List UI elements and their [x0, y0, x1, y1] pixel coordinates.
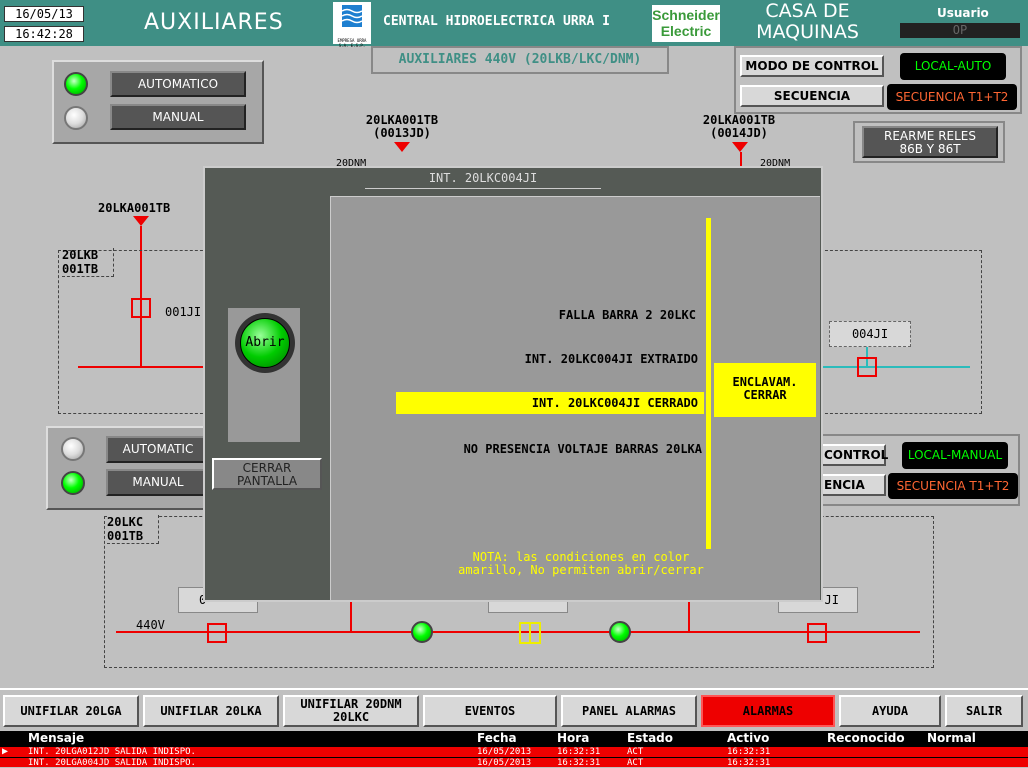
- interlock-line2: CERRAR: [743, 388, 787, 402]
- box-lkc-label: 20LKC 001TB: [107, 515, 159, 544]
- note-line2: amarillo, No permiten abrir/cerrar: [458, 563, 704, 577]
- box-lkc-line1: 20LKC: [107, 515, 144, 529]
- row-pointer-icon: ▶: [2, 746, 9, 757]
- alarm-row-1-time: 16:32:31: [557, 747, 601, 757]
- box-lkb-label: 20LKB 001TB: [62, 248, 114, 277]
- alarm-row[interactable]: INT. 20LGA004JD SALIDA INDISPO. 16/05/20…: [0, 758, 1028, 768]
- manual-lamp-top: [64, 106, 88, 130]
- manual-button-mid[interactable]: MANUAL: [106, 469, 210, 496]
- condition-extraido: INT. 20LKC004JI EXTRAIDO: [524, 352, 698, 366]
- breaker-004-symbol[interactable]: [857, 357, 877, 377]
- dialog-title: INT. 20LKC004JI: [365, 169, 601, 189]
- close-screen-line2: PANTALLA: [236, 474, 298, 488]
- alarm-row-1-state: ACT: [627, 747, 644, 757]
- bus-lkb-left: [78, 366, 206, 368]
- time-display: 16:42:28: [4, 26, 84, 42]
- subtitle-box: AUXILIARES 440V (20LKB/LKC/DNM): [371, 46, 669, 74]
- feeder-mid-line2: (0013JD): [373, 126, 431, 140]
- close-screen-button[interactable]: CERRAR PANTALLA: [212, 458, 322, 490]
- breaker-lkb-left[interactable]: [131, 298, 151, 318]
- condition-cerrado: INT. 20LKC004JI CERRADO: [396, 392, 704, 414]
- feeder-right-label: 20LKA001TB (0014JD): [694, 114, 784, 140]
- rearme-reles-button[interactable]: REARME RELES 86B Y 86T: [862, 126, 998, 158]
- dialog-note: NOTA: las condiciones en color amarillo,…: [396, 551, 766, 577]
- manual-button-top[interactable]: MANUAL: [110, 104, 246, 130]
- col-activo: Activo: [727, 731, 770, 745]
- feeder-right-arrow-icon: [732, 142, 748, 152]
- date-display: 16/05/13: [4, 6, 84, 22]
- interlock-close-box: ENCLAVAM. CERRAR: [714, 363, 816, 417]
- area-title: CASA DE MAQUINAS: [740, 1, 875, 43]
- schneider-logo: Schneider Electric: [652, 5, 720, 42]
- condition-no-voltaje: NO PRESENCIA VOLTAJE BARRAS 20LKA: [463, 442, 702, 456]
- screen-title: AUXILIARES: [144, 10, 284, 35]
- breaker-lkc-right[interactable]: [807, 623, 827, 643]
- feeder-right-line2: (0014JD): [710, 126, 768, 140]
- modo-control-button[interactable]: MODO DE CONTROL: [740, 55, 884, 77]
- nav-ayuda[interactable]: AYUDA: [839, 695, 941, 727]
- bus-tie-breaker[interactable]: [519, 622, 541, 644]
- breaker-001-label: 001JI: [165, 305, 202, 319]
- breaker-lkc-left[interactable]: [207, 623, 227, 643]
- col-hora: Hora: [557, 731, 590, 745]
- feeder-left-arrow-icon: [133, 216, 149, 226]
- bus-lkc: [116, 631, 920, 633]
- col-mensaje: Mensaje: [28, 731, 85, 745]
- bus-lamp-left: [411, 621, 433, 643]
- col-fecha: Fecha: [477, 731, 517, 745]
- user-label: Usuario: [937, 6, 989, 20]
- modo-control-button-mid[interactable]: CONTROL: [820, 444, 888, 466]
- box-lkb-line1: 20LKB: [62, 248, 99, 262]
- auto-lamp-top: [64, 72, 88, 96]
- voltage-label: 440V: [136, 618, 165, 632]
- open-button[interactable]: Abrir: [240, 318, 290, 368]
- nav-unifilar-20dnm[interactable]: UNIFILAR 20DNM 20LKC: [283, 695, 419, 727]
- secuencia-button-mid[interactable]: ENCIA: [820, 474, 886, 496]
- area-title-line1: CASA DE: [765, 0, 850, 22]
- central-title: CENTRAL HIDROELECTRICA URRA I: [383, 14, 610, 29]
- bus-drop-left: [350, 600, 352, 631]
- breaker-004-tag[interactable]: 004JI: [829, 321, 911, 347]
- box-lkc-line2: 001TB: [107, 529, 144, 543]
- urra-logo: EMPRESA URRA S.A. E.S.P.: [333, 2, 371, 48]
- secuencia-value: SECUENCIA T1+T2: [887, 84, 1017, 110]
- bus-lkb-right: [820, 366, 970, 368]
- nav-unifilar-20lka[interactable]: UNIFILAR 20LKA: [143, 695, 279, 727]
- condition-falla-barra: FALLA BARRA 2 20LKC: [558, 308, 696, 322]
- secuencia-value-mid: SECUENCIA T1+T2: [888, 473, 1018, 499]
- user-value: OP: [900, 23, 1020, 38]
- alarm-row-1-message: INT. 20LGA012JD SALIDA INDISPO.: [28, 747, 196, 757]
- rearme-line2: 86B Y 86T: [899, 142, 961, 156]
- nav-salir[interactable]: SALIR: [945, 695, 1023, 727]
- feeder-mid-label: 20LKA001TB (0013JD): [357, 114, 447, 140]
- feeder-left-label: 20LKA001TB: [98, 201, 171, 215]
- auto-button-mid[interactable]: AUTOMATIC: [106, 436, 210, 463]
- auto-lamp-mid: [61, 437, 85, 461]
- auto-button-top[interactable]: AUTOMATICO: [110, 71, 246, 97]
- condition-bar: [706, 218, 711, 549]
- modo-control-value: LOCAL-AUTO: [900, 53, 1006, 80]
- box-lkb-line2: 001TB: [62, 262, 99, 276]
- manual-lamp-mid: [61, 471, 85, 495]
- col-normal: Normal: [927, 731, 976, 745]
- nav-unifilar-20lga[interactable]: UNIFILAR 20LGA: [3, 695, 139, 727]
- nav-20dnm-line2: 20LKC: [332, 710, 370, 724]
- col-reconocido: Reconocido: [827, 731, 905, 745]
- nav-panel-alarmas[interactable]: PANEL ALARMAS: [561, 695, 697, 727]
- col-estado: Estado: [627, 731, 674, 745]
- bus-drop-right: [688, 600, 690, 631]
- nav-alarmas[interactable]: ALARMAS: [701, 695, 835, 727]
- area-title-line2: MAQUINAS: [756, 21, 859, 43]
- secuencia-button[interactable]: SECUENCIA: [740, 85, 884, 107]
- modo-control-value-mid: LOCAL-MANUAL: [902, 442, 1008, 469]
- feeder-mid-arrow-icon: [394, 142, 410, 152]
- bus-lamp-right: [609, 621, 631, 643]
- urra-logo-text: EMPRESA URRA S.A. E.S.P.: [337, 38, 367, 48]
- alarm-row-1-date: 16/05/2013: [477, 747, 532, 757]
- alarm-row[interactable]: ▶ INT. 20LGA012JD SALIDA INDISPO. 16/05/…: [0, 747, 1028, 757]
- alarm-row-1-active: 16:32:31: [727, 747, 771, 757]
- nav-eventos[interactable]: EVENTOS: [423, 695, 557, 727]
- alarm-table-header: Mensaje Fecha Hora Estado Activo Reconoc…: [0, 731, 1028, 746]
- schneider-logo-text: Schneider Electric: [652, 7, 720, 39]
